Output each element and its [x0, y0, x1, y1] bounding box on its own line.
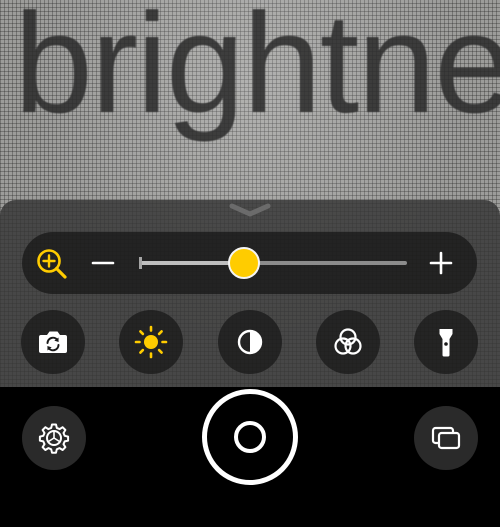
- minus-icon: [91, 261, 115, 265]
- shutter-inner-ring: [234, 421, 266, 453]
- contrast-button[interactable]: [218, 310, 282, 374]
- color-filters-button[interactable]: [316, 310, 380, 374]
- color-filters-icon: [334, 328, 362, 355]
- shutter-button[interactable]: [202, 389, 298, 485]
- zoom-slider-thumb[interactable]: [227, 247, 260, 279]
- zoom-in-button[interactable]: [424, 246, 458, 280]
- zoom-slider-start-tick: [139, 257, 142, 269]
- multi-image-icon: [431, 426, 461, 450]
- settings-gear-icon: [38, 423, 70, 454]
- plus-icon: [429, 251, 453, 275]
- magnifier-screen: brightnes: [0, 0, 500, 527]
- camera-feed-text: brightnes: [14, 0, 500, 143]
- zoom-in-magnifier-icon[interactable]: [34, 246, 74, 282]
- flip-camera-button[interactable]: [21, 310, 85, 374]
- flashlight-button[interactable]: [414, 310, 478, 374]
- zoom-slider-track[interactable]: [139, 261, 407, 265]
- zoom-out-button[interactable]: [86, 246, 120, 280]
- settings-button[interactable]: [22, 406, 86, 470]
- multi-image-button[interactable]: [414, 406, 478, 470]
- collapse-chevron-icon[interactable]: [226, 200, 274, 222]
- sun-icon: [134, 325, 168, 359]
- flashlight-icon: [439, 329, 453, 357]
- brightness-button[interactable]: [119, 310, 183, 374]
- camera-flip-icon: [39, 331, 67, 353]
- contrast-icon: [237, 329, 263, 355]
